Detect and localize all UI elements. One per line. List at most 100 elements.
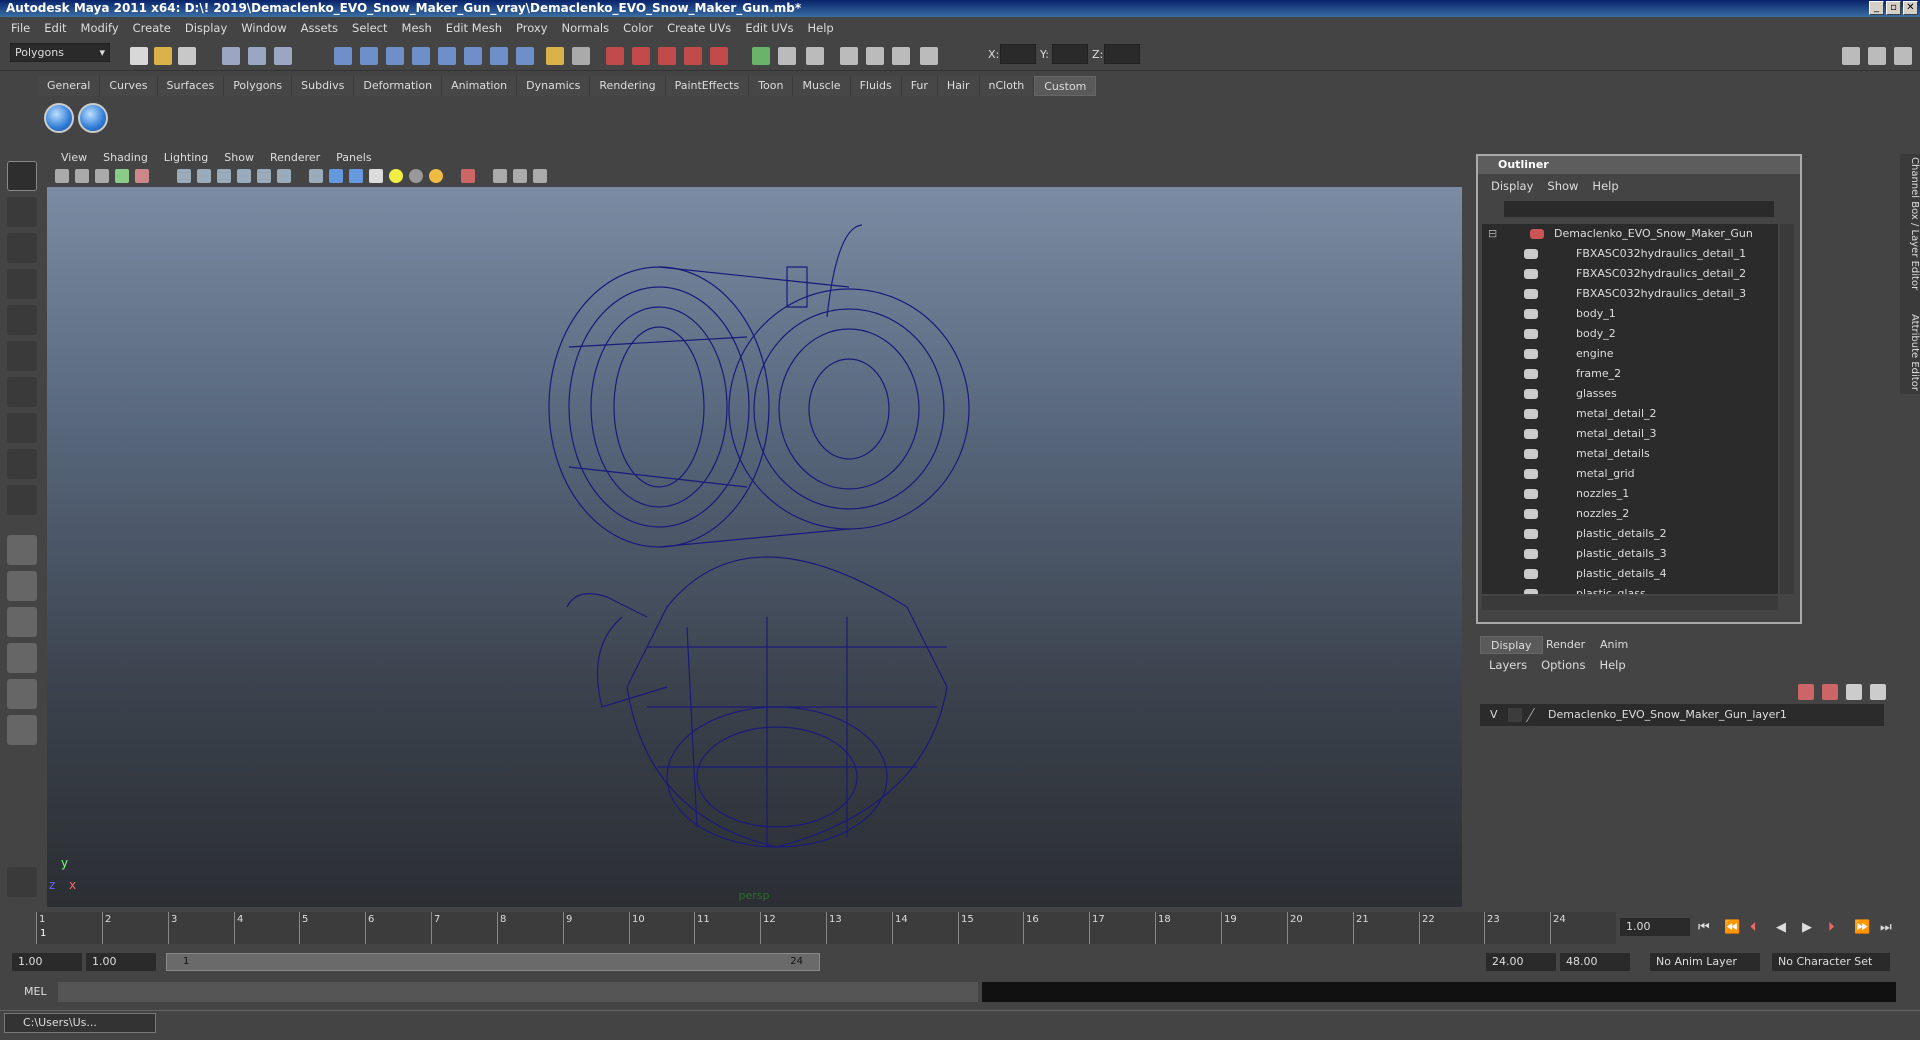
- outliner-horizontal-scrollbar[interactable]: [1482, 596, 1778, 610]
- play-forwards-icon[interactable]: ▶: [1802, 920, 1812, 935]
- layer-tab-display[interactable]: Display: [1480, 636, 1543, 654]
- graph-persp-layout-icon[interactable]: [7, 643, 37, 673]
- step-forward-key-icon[interactable]: ⏵: [1828, 920, 1835, 935]
- outliner-item[interactable]: glasses: [1482, 384, 1778, 404]
- attribute-editor-tab[interactable]: Attribute Editor: [1909, 314, 1920, 391]
- cube-icon[interactable]: [329, 169, 343, 183]
- step-back-frame-icon[interactable]: ⏪: [1724, 920, 1740, 935]
- menu-set-dropdown[interactable]: Polygons ▾: [10, 43, 110, 62]
- go-to-start-icon[interactable]: ⏮: [1698, 920, 1710, 935]
- collapse-icon[interactable]: ⊟: [1488, 224, 1497, 244]
- camera-attr-icon[interactable]: [75, 169, 89, 183]
- command-input[interactable]: [58, 982, 978, 1002]
- animation-end-field[interactable]: 48.00: [1560, 953, 1630, 971]
- attr-editor-toggle-icon[interactable]: [806, 47, 824, 65]
- viewport-menu-renderer[interactable]: Renderer: [262, 151, 328, 164]
- image-plane-icon[interactable]: [115, 169, 129, 183]
- snap-grid-icon[interactable]: [334, 47, 352, 65]
- isolate-icon[interactable]: [309, 169, 323, 183]
- outliner-item[interactable]: nozzles_2: [1482, 504, 1778, 524]
- render-icon[interactable]: [606, 47, 624, 65]
- outliner-menu-show[interactable]: Show: [1540, 179, 1585, 193]
- shelf-tab-deformation[interactable]: Deformation: [354, 76, 443, 96]
- outliner-item[interactable]: plastic_details_2: [1482, 524, 1778, 544]
- textured-icon[interactable]: [237, 169, 251, 183]
- menu-mesh[interactable]: Mesh: [395, 21, 439, 35]
- menu-help[interactable]: Help: [801, 21, 841, 35]
- text-icon[interactable]: [277, 169, 291, 183]
- outliner-item[interactable]: FBXASC032hydraulics_detail_3: [1482, 284, 1778, 304]
- menu-assets[interactable]: Assets: [294, 21, 345, 35]
- viewport-menu-view[interactable]: View: [53, 151, 95, 164]
- open-scene-icon[interactable]: [154, 47, 172, 65]
- new-layer-icon[interactable]: [1798, 684, 1814, 700]
- save-scene-icon[interactable]: [178, 47, 196, 65]
- shelf-tab-animation[interactable]: Animation: [442, 76, 518, 96]
- shelf-tab-painteffects[interactable]: PaintEffects: [665, 76, 750, 96]
- show-ui-icon[interactable]: [778, 47, 796, 65]
- outliner-menu-help[interactable]: Help: [1585, 179, 1625, 193]
- checkmark-shelf-icon[interactable]: [78, 103, 108, 133]
- play-backwards-icon[interactable]: ◀: [1776, 920, 1786, 935]
- menu-display[interactable]: Display: [178, 21, 234, 35]
- layer-visibility-toggle[interactable]: V: [1490, 704, 1498, 726]
- film-gate-icon[interactable]: [513, 169, 527, 183]
- outliner-item[interactable]: plastic_details_4: [1482, 564, 1778, 584]
- collapse-toolbox-icon[interactable]: [7, 867, 37, 897]
- input-ops-icon[interactable]: [752, 47, 770, 65]
- construction-history-icon[interactable]: [572, 47, 590, 65]
- shadow-icon[interactable]: [409, 169, 423, 183]
- menu-color[interactable]: Color: [616, 21, 660, 35]
- outliner-toggle-icon[interactable]: [1868, 47, 1886, 65]
- viewport-menu-lighting[interactable]: Lighting: [156, 151, 216, 164]
- menu-proxy[interactable]: Proxy: [509, 21, 555, 35]
- menu-edit[interactable]: Edit: [37, 21, 73, 35]
- move-down-icon[interactable]: [1870, 684, 1886, 700]
- snap-vertex-icon[interactable]: [464, 47, 482, 65]
- outliner-item[interactable]: plastic_glass: [1482, 584, 1778, 594]
- minimize-button[interactable]: _: [1869, 1, 1884, 15]
- outliner-item[interactable]: engine: [1482, 344, 1778, 364]
- shelf-tab-custom[interactable]: Custom: [1034, 76, 1097, 96]
- select-component-icon[interactable]: [274, 47, 292, 65]
- menu-edit-uvs[interactable]: Edit UVs: [738, 21, 800, 35]
- scale-tool-icon[interactable]: [7, 341, 37, 371]
- cube-shaded-icon[interactable]: [349, 169, 363, 183]
- outliner-persp-layout-icon[interactable]: [7, 607, 37, 637]
- viewport-canvas[interactable]: y x z persp: [47, 187, 1462, 907]
- menu-file[interactable]: File: [4, 21, 37, 35]
- viewport-menu-panels[interactable]: Panels: [328, 151, 379, 164]
- lasso-tool-icon[interactable]: [7, 197, 37, 227]
- outliner-item[interactable]: metal_details: [1482, 444, 1778, 464]
- outliner-vertical-scrollbar[interactable]: [1780, 224, 1794, 594]
- channel-box-tab[interactable]: Channel Box / Layer Editor: [1909, 157, 1920, 290]
- render-region-icon[interactable]: [461, 169, 475, 183]
- checkmark-shelf-icon[interactable]: [44, 103, 74, 133]
- safe-area-icon[interactable]: [533, 169, 547, 183]
- grid-toggle-icon[interactable]: [135, 169, 149, 183]
- shelf-tab-fur[interactable]: Fur: [901, 76, 938, 96]
- channel-box-icon[interactable]: [866, 47, 884, 65]
- resolution-gate-icon[interactable]: [493, 169, 507, 183]
- layer-row[interactable]: V Demaclenko_EVO_Snow_Maker_Gun_layer1: [1480, 704, 1884, 726]
- layer-editor-icon[interactable]: [892, 47, 910, 65]
- outliner-item[interactable]: plastic_details_3: [1482, 544, 1778, 564]
- menu-create[interactable]: Create: [126, 21, 178, 35]
- select-hierarchy-icon[interactable]: [222, 47, 240, 65]
- select-object-icon[interactable]: [248, 47, 266, 65]
- select-tool-icon[interactable]: [7, 161, 37, 191]
- checker-icon[interactable]: [369, 169, 383, 183]
- shelf-tab-toon[interactable]: Toon: [749, 76, 794, 96]
- current-frame-field[interactable]: 1.00: [1620, 918, 1690, 936]
- snap-point-icon[interactable]: [386, 47, 404, 65]
- manipulator-tool-icon[interactable]: [7, 377, 37, 407]
- bookmark-icon[interactable]: [95, 169, 109, 183]
- all-lights-icon[interactable]: [429, 169, 443, 183]
- xray-icon[interactable]: [257, 169, 271, 183]
- anim-layer-dropdown[interactable]: No Anim Layer: [1650, 953, 1760, 971]
- outliner-filter-field[interactable]: [1504, 201, 1774, 217]
- x-field[interactable]: [1000, 44, 1036, 64]
- two-pane-layout-icon[interactable]: [7, 715, 37, 745]
- lock-icon[interactable]: [546, 47, 564, 65]
- layer-menu-layers[interactable]: Layers: [1482, 658, 1534, 672]
